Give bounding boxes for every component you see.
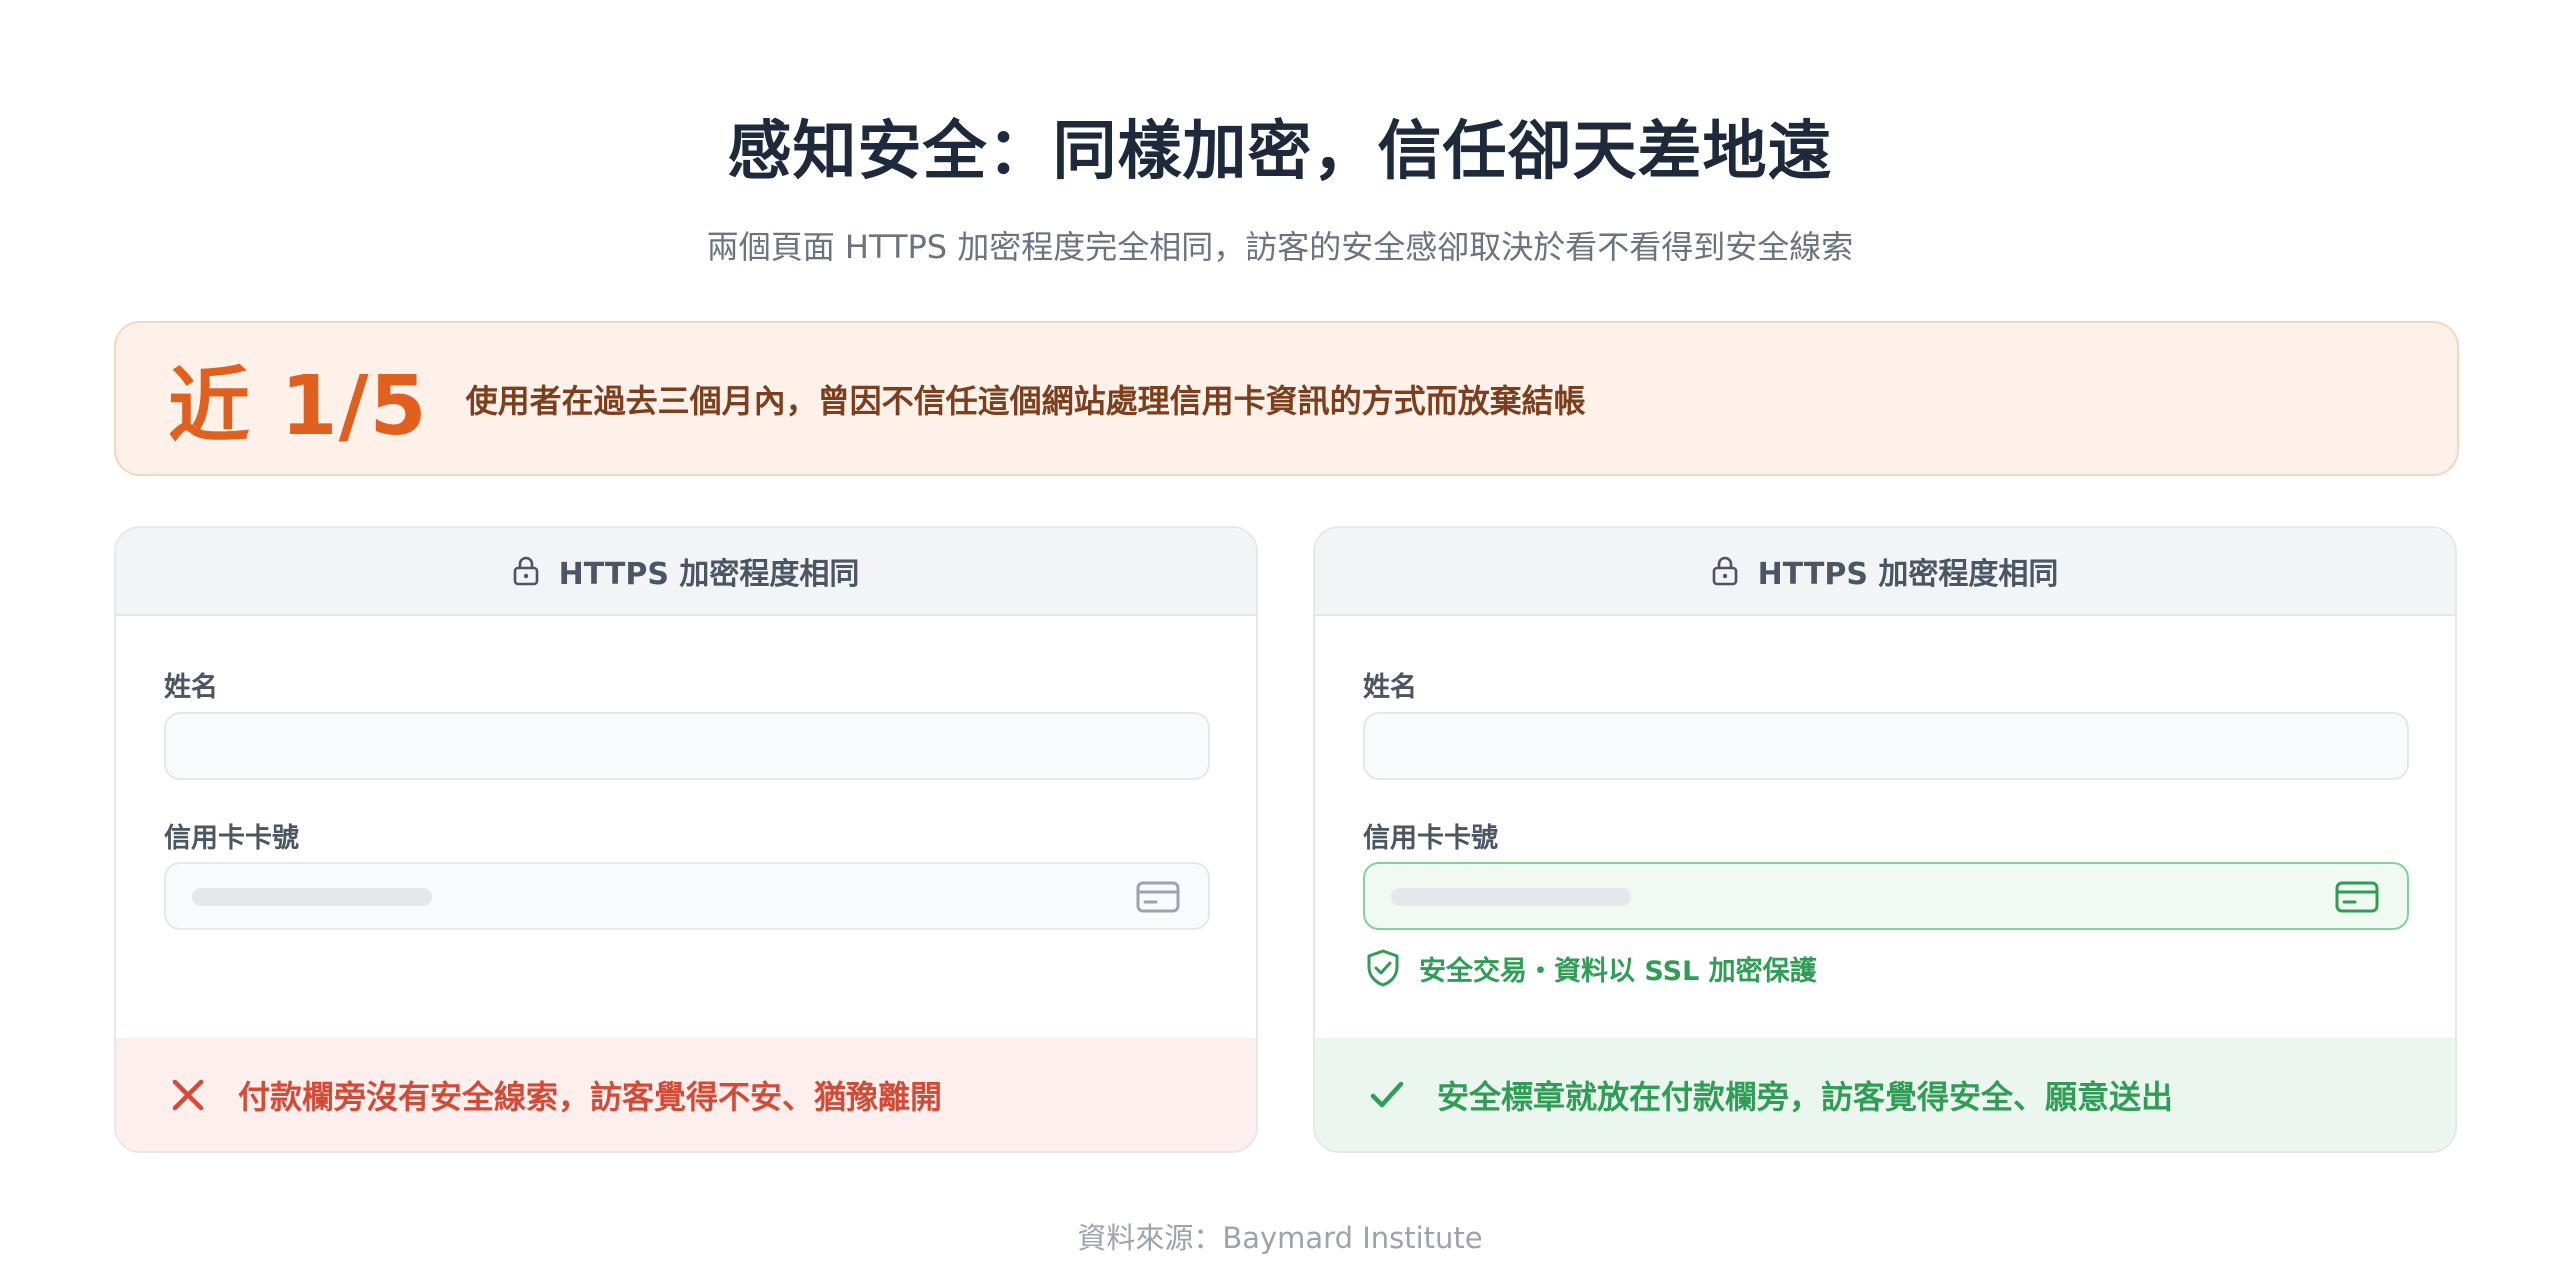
name-input[interactable] (1363, 712, 2409, 780)
checkout-card-without-seal: HTTPS 加密程度相同 姓名 信用卡卡號 付款欄旁沒有安全線索，訪客覺得不安、… (114, 526, 1258, 1153)
credit-card-icon (1136, 881, 1180, 913)
stat-figure: 近 1/5 (168, 359, 428, 454)
secure-badge: 安全交易・資料以 SSL 加密保護 (1365, 948, 1817, 988)
page-title: 感知安全：同樣加密，信任卻天差地遠 (727, 115, 1833, 189)
name-label: 姓名 (1363, 672, 1417, 703)
card-number-label: 信用卡卡號 (164, 823, 299, 854)
name-label: 姓名 (164, 672, 218, 703)
shield-check-icon (1367, 949, 1399, 987)
lock-icon (1712, 556, 1737, 586)
card-header: HTTPS 加密程度相同 (1315, 528, 2455, 616)
card-number-label: 信用卡卡號 (1363, 823, 1498, 854)
lock-icon (513, 556, 538, 586)
header-label: HTTPS 加密程度相同 (1757, 557, 2059, 592)
card-footer-warning: 付款欄旁沒有安全線索，訪客覺得不安、猶豫離開 (116, 1038, 1256, 1151)
footer-text: 安全標章就放在付款欄旁，訪客覺得安全、願意送出 (1437, 1077, 2174, 1116)
footer-text: 付款欄旁沒有安全線索，訪客覺得不安、猶豫離開 (238, 1077, 943, 1116)
card-header: HTTPS 加密程度相同 (116, 528, 1256, 616)
stat-text: 使用者在過去三個月內，曾因不信任這個網站處理信用卡資訊的方式而放棄結帳 (465, 381, 1586, 420)
comparison-page: 感知安全：同樣加密，信任卻天差地遠 兩個頁面 HTTPS 加密程度完全相同，訪客… (0, 0, 2560, 1273)
close-icon (172, 1079, 204, 1110)
checkmark-icon (1370, 1081, 1404, 1107)
placeholder-bar (192, 888, 432, 906)
stat-banner: 近 1/5 使用者在過去三個月內，曾因不信任這個網站處理信用卡資訊的方式而放棄結… (114, 321, 2459, 476)
card-number-input[interactable] (164, 862, 1210, 930)
secure-note: 安全交易・資料以 SSL 加密保護 (1419, 955, 1817, 987)
card-number-input[interactable] (1363, 862, 2409, 930)
credit-card-icon (2335, 881, 2379, 913)
source-note: 資料來源：Baymard Institute (1077, 1221, 1483, 1255)
header-label: HTTPS 加密程度相同 (558, 557, 860, 592)
name-input[interactable] (164, 712, 1210, 780)
card-footer-success: 安全標章就放在付款欄旁，訪客覺得安全、願意送出 (1315, 1038, 2455, 1151)
checkout-card-with-seal: HTTPS 加密程度相同 姓名 信用卡卡號 安全交易・資料以 SSL 加密保護 (1313, 526, 2457, 1153)
placeholder-bar (1391, 888, 1631, 906)
page-subtitle: 兩個頁面 HTTPS 加密程度完全相同，訪客的安全感卻取決於看不看得到安全線索 (706, 228, 1854, 266)
